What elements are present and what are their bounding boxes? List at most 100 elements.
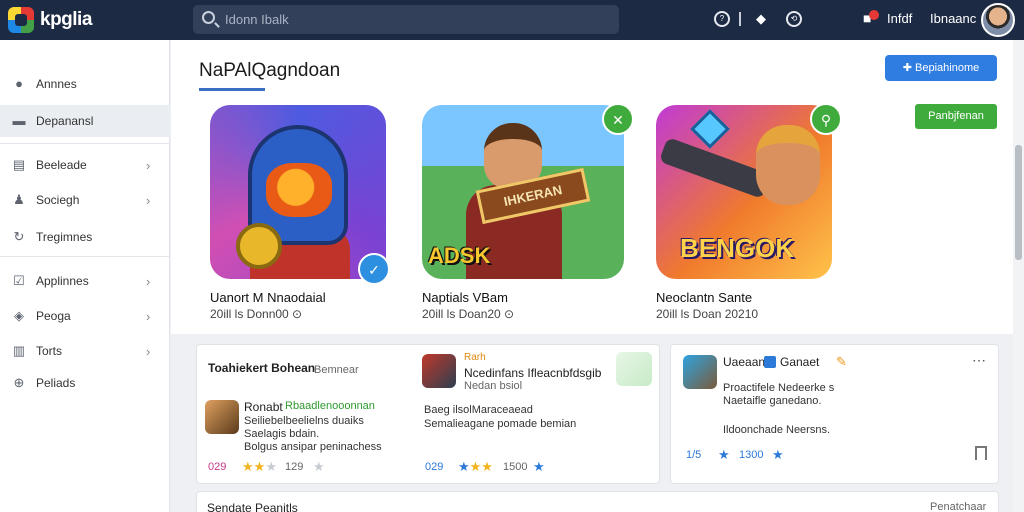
section-link[interactable]: Penatchaar — [930, 501, 986, 512]
reviewer-name[interactable]: Uaeaan — [723, 355, 765, 369]
card-icon: ▬ — [12, 113, 26, 128]
review-subtitle: Ganaet — [780, 355, 820, 369]
star-icon: ★★ — [242, 459, 266, 474]
globe-icon: ⊕ — [13, 375, 25, 390]
check-box-icon: ☑ — [13, 273, 25, 288]
star-icon: ★ — [718, 447, 730, 462]
chevron-right-icon: › — [146, 343, 151, 359]
sidebar-item-peliads[interactable]: ⊕ Peliads — [0, 367, 170, 399]
add-button[interactable]: ✚ Bepiahinome — [885, 55, 997, 81]
sidebar-item-torts[interactable]: ▥ Torts › — [0, 335, 170, 367]
sidebar-item-peoga[interactable]: ◈ Peoga › — [0, 300, 170, 332]
gamepad-icon[interactable]: ◆ — [753, 11, 769, 27]
review-title[interactable]: Toahiekert Bohean — [208, 361, 315, 375]
game-name[interactable]: Naptials VBam — [422, 290, 508, 305]
reviewer-avatar[interactable] — [205, 400, 239, 434]
tag-icon: ◈ — [14, 308, 24, 323]
artwork-shape — [236, 223, 282, 269]
star-icon: ★★ — [469, 459, 493, 474]
sidebar-item-tregimnes[interactable]: ↻ Tregimnes — [0, 221, 170, 253]
sidebar-item-sociegh[interactable]: ♟ Sociegh › — [0, 184, 170, 216]
sidebar-item-label: Sociegh — [36, 193, 80, 207]
search-input[interactable]: Idonn Ibalk — [193, 5, 619, 34]
review-title[interactable]: Rarh — [464, 352, 486, 363]
notification-badge — [869, 10, 879, 20]
reviewer-tag: Rbaadlenooonnan — [285, 400, 375, 412]
logo[interactable]: kpglia — [8, 7, 92, 33]
divider — [739, 12, 741, 26]
pencil-icon[interactable]: ✎ — [836, 354, 847, 370]
star-icon[interactable]: ★ — [533, 459, 545, 475]
review-score: 129 — [285, 461, 304, 473]
logo-text: kpglia — [40, 9, 92, 30]
sidebar-item-applinnes[interactable]: ☑ Applinnes › — [0, 265, 170, 297]
close-badge-icon[interactable]: ✕ — [602, 103, 634, 135]
chart-icon: ▥ — [12, 343, 26, 358]
chevron-right-icon: › — [146, 308, 151, 324]
scrollbar-thumb[interactable] — [1015, 145, 1022, 260]
game-thumbnail[interactable] — [210, 105, 386, 279]
sidebar-item-label: Annnes — [36, 77, 77, 91]
link-badge-icon[interactable]: ⚲ — [810, 103, 842, 135]
section-card — [196, 491, 999, 512]
chevron-right-icon: › — [146, 157, 151, 173]
game-thumbnail-small[interactable] — [422, 354, 456, 388]
review-text-line: Semalieagane pomade bemian — [424, 418, 577, 430]
sidebar-item-beeleade[interactable]: ▤ Beeleade › — [0, 149, 170, 181]
artwork-shape — [756, 125, 820, 205]
review-score: 1500 — [503, 461, 528, 473]
review-text-line: Seiliebelbeelielns duaiks — [244, 415, 364, 427]
logo-icon — [8, 7, 34, 33]
artwork-shape — [266, 163, 332, 217]
user-label[interactable]: Infdf — [887, 11, 912, 26]
review-extra: Nedan bsiol — [464, 380, 523, 392]
sidebar-item-annnes[interactable]: ● Annnes — [0, 68, 170, 100]
artwork-shape — [690, 109, 730, 149]
review-text-line: Naetaifle ganedano. — [723, 395, 822, 407]
title-underline — [199, 88, 265, 91]
more-icon[interactable]: ⋯ — [972, 352, 986, 369]
scrollbar[interactable] — [1013, 40, 1024, 512]
artwork-shape — [658, 136, 772, 200]
game-name[interactable]: Neoclantn Sante — [656, 290, 752, 305]
game-thumbnail[interactable]: BENGOK — [656, 105, 832, 279]
sidebar-item-depanansl[interactable]: ▬ Depanansl — [0, 105, 170, 137]
chevron-right-icon: › — [146, 273, 151, 289]
review-text-line: Ildoonchade Neersns. — [723, 424, 831, 436]
sidebar-item-label: Beeleade — [36, 158, 87, 172]
sidebar-item-label: Tregimnes — [36, 230, 93, 244]
history-icon[interactable]: ⟲ — [786, 11, 802, 27]
media-placeholder[interactable] — [616, 352, 652, 386]
review-subtitle: Ncedinfans Ifleacnbfdsgib — [464, 366, 602, 380]
star-rating: ★ — [718, 447, 730, 463]
divider — [0, 143, 170, 144]
game-thumbnail[interactable]: IHKERAN ADSK — [422, 105, 624, 279]
reviewer-name[interactable]: Ronabt — [244, 400, 283, 414]
avatar[interactable] — [981, 3, 1015, 37]
game-name[interactable]: Uanort M Nnaodaial — [210, 290, 326, 305]
help-icon[interactable]: ? — [714, 11, 730, 27]
search-icon — [202, 11, 215, 24]
reviewer-avatar[interactable] — [683, 355, 717, 389]
review-text-line: Bolgus ansipar peninachess — [244, 441, 382, 453]
review-text-line: Saelagis bdain. — [244, 428, 320, 440]
sidebar-item-label: Peliads — [36, 376, 76, 390]
game-meta: 20ill ls Doan 20210 — [656, 307, 759, 321]
star-icon: ★ — [265, 459, 277, 474]
star-icon[interactable]: ★ — [313, 459, 325, 475]
bookmark-icon[interactable] — [975, 446, 987, 460]
divider — [0, 256, 170, 257]
star-icon[interactable]: ★ — [772, 447, 784, 463]
user-name[interactable]: Ibnaanc — [930, 11, 976, 26]
chevron-right-icon: › — [146, 192, 151, 208]
game-meta: 20ill ls Donn00 ⊙ — [210, 307, 303, 321]
section-title: Sendate Peanitls — [207, 501, 298, 512]
review-card[interactable] — [670, 344, 999, 484]
review-text-line: Baeg ilsolMaraceaead — [424, 404, 533, 416]
green-action-button[interactable]: Panbjfenan — [915, 104, 997, 129]
sidebar-item-label: Applinnes — [36, 274, 89, 288]
check-badge-icon: ✓ — [358, 253, 390, 285]
review-count: 029 — [425, 461, 444, 473]
artwork-title: BENGOK — [680, 233, 795, 263]
verified-icon — [764, 356, 776, 368]
